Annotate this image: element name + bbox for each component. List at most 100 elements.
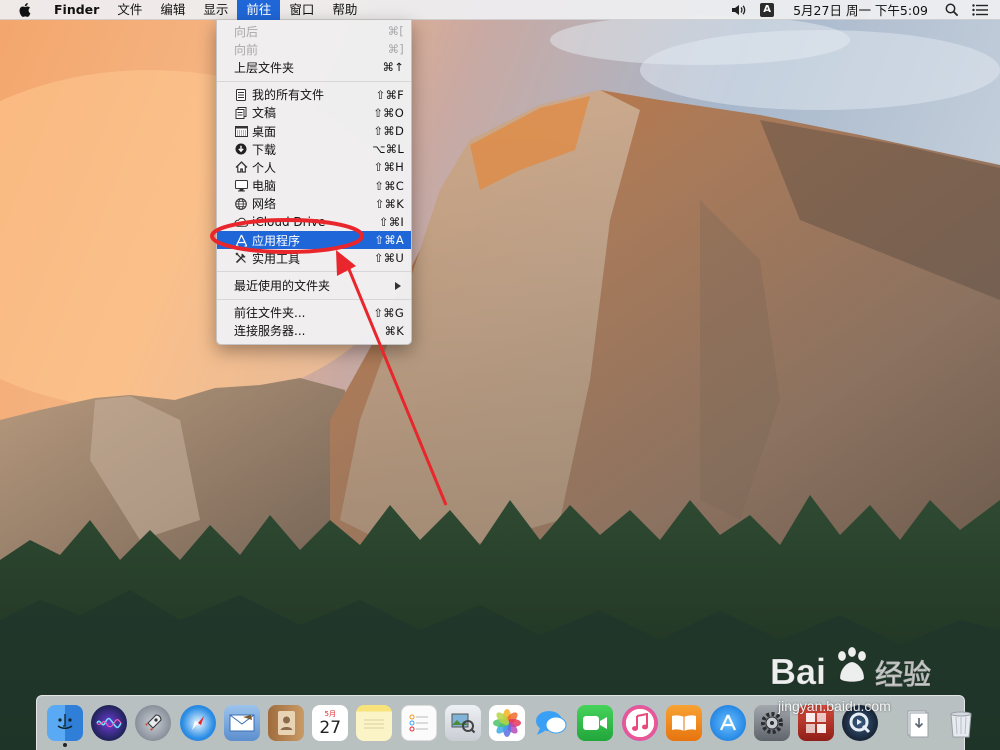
menu-separator (217, 298, 411, 300)
svg-text:经验: 经验 (875, 658, 931, 691)
connect-to-server-item[interactable]: 连接服务器... ⌘K (217, 322, 411, 340)
menu-item-shortcut: ⌘↑ (382, 60, 404, 75)
menu-item-shortcut: ⌘K (384, 323, 404, 338)
watermark-url: jingyan.baidu.com (778, 698, 891, 714)
notes-icon[interactable] (356, 705, 393, 741)
menu-item-shortcut: ⌘] (387, 42, 404, 57)
applications-item[interactable]: 应用程序 ⇧⌘A (217, 231, 411, 250)
menu-window[interactable]: 窗口 (280, 0, 323, 20)
menu-item-label: 文稿 (252, 106, 277, 121)
menu-item-label: 向前 (234, 42, 259, 57)
go-back-item[interactable]: 向后 ⌘[ (217, 22, 411, 40)
input-method-indicator[interactable]: A (753, 0, 781, 20)
menu-app-name[interactable]: Finder (45, 0, 108, 20)
utilities-item[interactable]: 实用工具 ⇧⌘U (217, 249, 411, 267)
finder-icon[interactable] (47, 705, 84, 747)
siri-icon[interactable] (91, 705, 128, 741)
photos-icon[interactable] (488, 705, 525, 741)
ibooks-icon[interactable] (665, 705, 702, 741)
home-item[interactable]: 个人 ⇧⌘H (217, 158, 411, 176)
menu-item-label: 前往文件夹... (234, 306, 306, 321)
spotlight-search-icon[interactable] (938, 0, 966, 20)
computer-item[interactable]: 电脑 ⇧⌘C (217, 177, 411, 195)
menu-item-shortcut: ⌥⌘L (372, 142, 404, 157)
menu-item-shortcut: ⇧⌘F (375, 87, 404, 102)
menu-help[interactable]: 帮助 (323, 0, 366, 20)
menu-separator (217, 271, 411, 273)
menu-item-label: iCloud Drive (252, 214, 326, 229)
calendar-icon[interactable]: 5月 27 (312, 705, 349, 741)
network-icon (234, 197, 248, 211)
safari-icon[interactable] (179, 705, 216, 741)
volume-icon[interactable] (725, 0, 753, 20)
preview-icon[interactable] (444, 705, 481, 741)
icloud-icon (234, 215, 248, 229)
contacts-icon[interactable] (268, 705, 305, 741)
menu-item-shortcut: ⇧⌘A (374, 233, 404, 248)
utilities-icon (234, 251, 248, 265)
menu-item-shortcut: ⇧⌘O (373, 105, 404, 120)
desktop-wallpaper (0, 0, 1000, 750)
home-icon (234, 160, 248, 174)
menu-item-label: 实用工具 (252, 251, 301, 266)
menu-item-label: 个人 (252, 160, 277, 175)
menu-go[interactable]: 前往 (237, 0, 281, 20)
notification-center-icon[interactable] (966, 0, 994, 20)
documents-item[interactable]: 文稿 ⇧⌘O (217, 104, 411, 122)
baidu-jingyan-watermark: Bai 经验 jingyan.baidu.com (768, 640, 968, 720)
menu-item-shortcut: ⌘[ (387, 24, 404, 39)
icloud-drive-item[interactable]: iCloud Drive ⇧⌘I (217, 213, 411, 231)
watermark-logo: Bai 经验 (770, 646, 931, 692)
menu-item-label: 电脑 (252, 179, 277, 194)
menu-view[interactable]: 显示 (194, 0, 237, 20)
svg-text:Bai: Bai (770, 651, 826, 692)
network-item[interactable]: 网络 ⇧⌘K (217, 195, 411, 213)
reminders-icon[interactable] (400, 705, 437, 741)
menu-item-shortcut: ⇧⌘C (374, 178, 404, 193)
menu-item-label: 下载 (252, 142, 277, 157)
menu-item-shortcut: ⇧⌘K (374, 196, 404, 211)
apple-menu-icon[interactable] (17, 2, 31, 17)
menu-bar: Finder 文件 编辑 显示 前往 窗口 帮助 A 5月27日 周一 下午5:… (0, 0, 1000, 20)
applications-icon (234, 233, 248, 247)
computer-icon (234, 179, 248, 193)
facetime-icon[interactable] (577, 705, 614, 741)
menu-item-label: 桌面 (252, 124, 277, 139)
menu-item-label: 上层文件夹 (234, 60, 295, 75)
menu-item-label: 我的所有文件 (252, 88, 325, 103)
input-method-label: A (760, 2, 775, 17)
submenu-arrow-icon (395, 281, 401, 290)
enclosing-folder-item[interactable]: 上层文件夹 ⌘↑ (217, 58, 411, 76)
recent-folders-item[interactable]: 最近使用的文件夹 (217, 276, 411, 294)
messages-icon[interactable] (533, 705, 569, 741)
go-forward-item[interactable]: 向前 ⌘] (217, 40, 411, 58)
menu-item-label: 连接服务器... (234, 324, 306, 339)
menu-item-shortcut: ⇧⌘D (373, 124, 404, 139)
all-files-icon (234, 88, 248, 102)
running-indicator (63, 743, 68, 747)
menu-item-label: 向后 (234, 24, 259, 39)
itunes-icon[interactable] (621, 705, 658, 741)
menu-file[interactable]: 文件 (108, 0, 151, 20)
go-menu-dropdown: 向后 ⌘[ 向前 ⌘] 上层文件夹 ⌘↑ 我的所有文件 ⇧⌘F 文稿 ⇧⌘O 桌… (216, 20, 412, 345)
desktop-item[interactable]: 桌面 ⇧⌘D (217, 122, 411, 140)
desktop-icon (234, 124, 248, 138)
menu-extras: A 5月27日 周一 下午5:09 (725, 0, 1000, 20)
go-to-folder-item[interactable]: 前往文件夹... ⇧⌘G (217, 304, 411, 322)
app-store-icon[interactable] (709, 705, 746, 741)
menu-item-label: 应用程序 (252, 233, 301, 248)
all-my-files-item[interactable]: 我的所有文件 ⇧⌘F (217, 86, 411, 104)
menu-separator (217, 80, 411, 82)
menu-item-label: 最近使用的文件夹 (234, 279, 331, 294)
launchpad-icon[interactable] (135, 705, 172, 741)
menu-item-shortcut: ⇧⌘H (373, 160, 404, 175)
documents-icon (234, 106, 248, 120)
menu-item-label: 网络 (252, 197, 277, 212)
mail-icon[interactable] (223, 705, 260, 741)
downloads-item[interactable]: 下载 ⌥⌘L (217, 140, 411, 158)
menu-clock[interactable]: 5月27日 周一 下午5:09 (781, 0, 938, 19)
wallpaper-landscape (0, 0, 1000, 750)
menu-edit[interactable]: 编辑 (151, 0, 194, 20)
menu-item-shortcut: ⇧⌘I (378, 214, 404, 229)
calendar-day: 27 (319, 717, 342, 738)
